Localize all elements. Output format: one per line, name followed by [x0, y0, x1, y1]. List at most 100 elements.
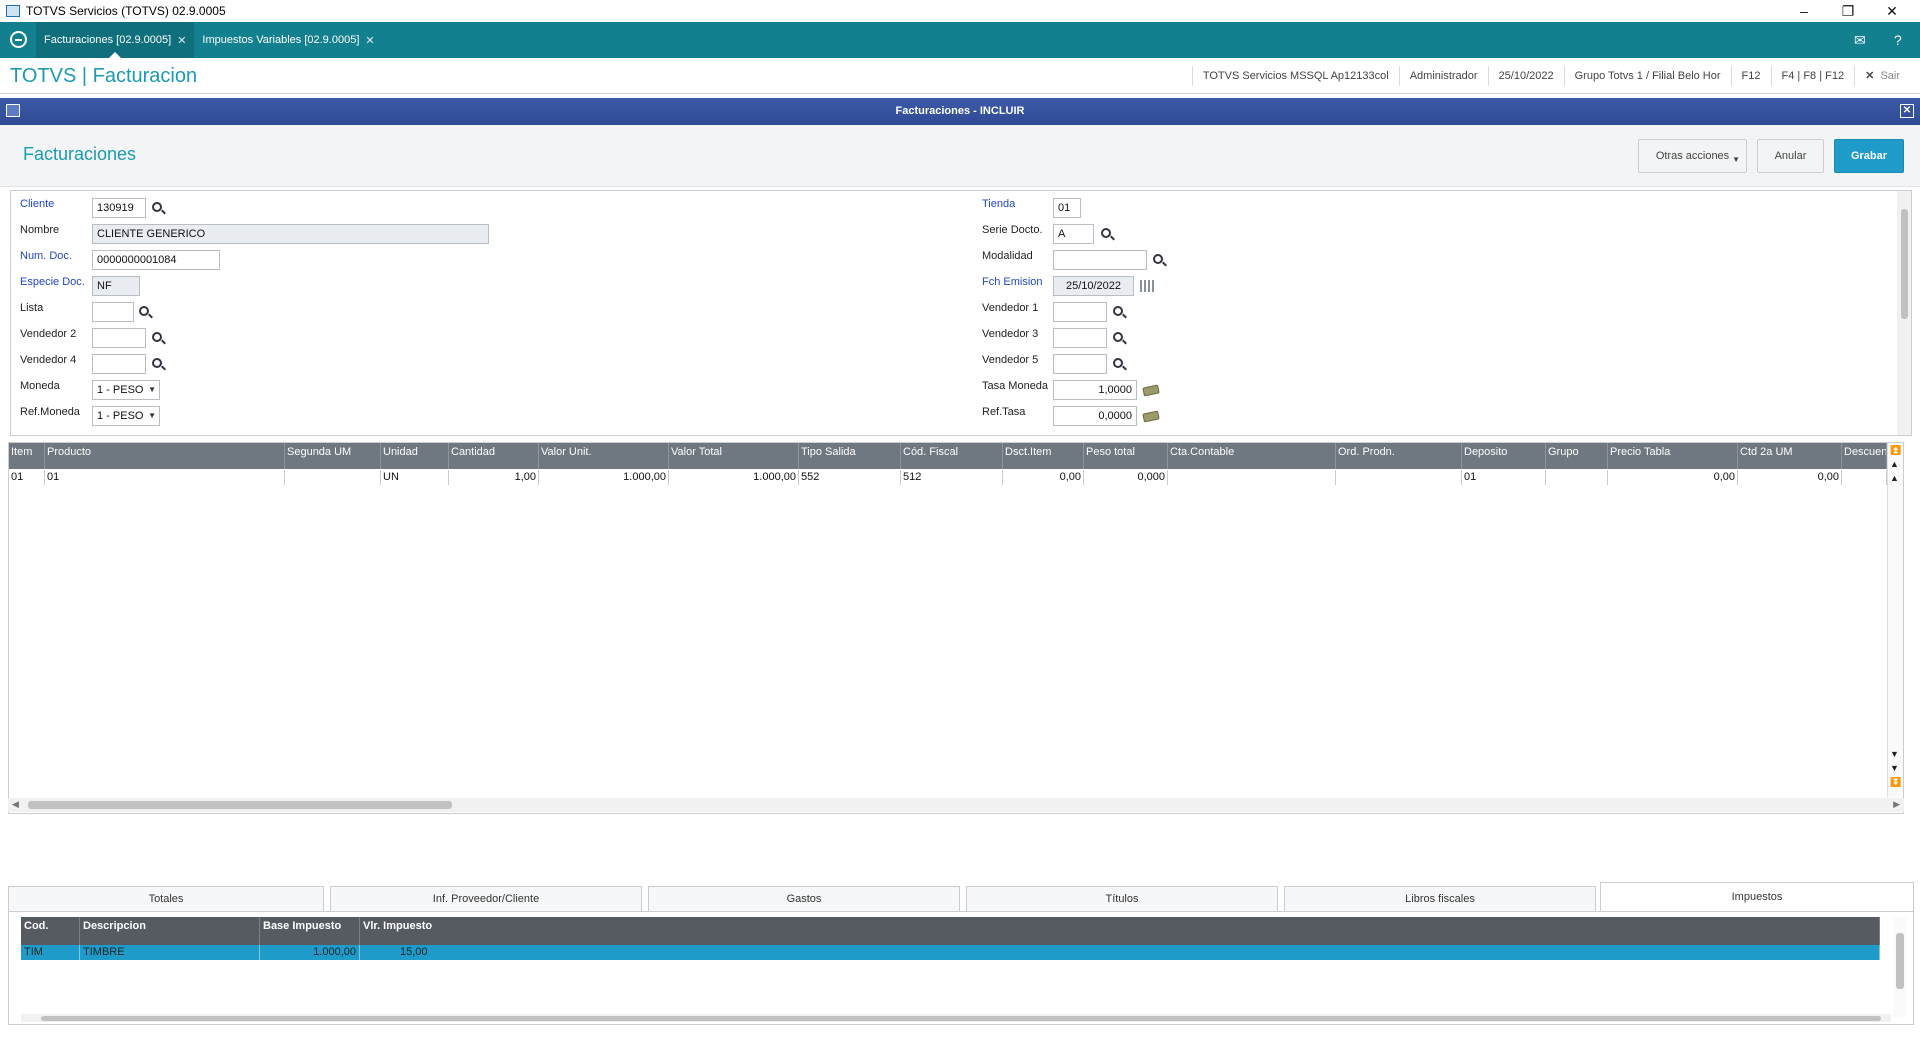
hscroll-thumb[interactable] [41, 1016, 1881, 1021]
vendedor1-field[interactable] [1053, 302, 1107, 322]
scroll-pageup-icon[interactable]: ▲ [1890, 459, 1899, 469]
close-dialog-button[interactable]: ✕ [1900, 104, 1914, 118]
table-cell[interactable]: 01 [9, 470, 45, 485]
table-cell[interactable]: 01 [1462, 470, 1546, 485]
exit-button[interactable]: ✕ Sair [1854, 66, 1910, 86]
table-cell[interactable]: 0,00 [1003, 470, 1084, 485]
table-cell[interactable]: 0,00 [1608, 470, 1738, 485]
column-header[interactable]: Cantidad [449, 443, 539, 469]
currency-icon[interactable] [1142, 410, 1160, 423]
tab-libros-fiscales[interactable]: Libros fiscales [1284, 886, 1596, 912]
column-header[interactable]: Grupo [1546, 443, 1608, 469]
date-info[interactable]: 25/10/2022 [1487, 66, 1564, 86]
grid-vscrollbar[interactable]: ⏫ ▲ ▲ ▼ ▼ ⏬ [1887, 443, 1903, 797]
serie-docto-field[interactable]: A [1053, 224, 1094, 244]
search-icon[interactable] [152, 358, 162, 368]
tab-facturaciones[interactable]: Facturaciones [02.9.0005] ✕ [36, 22, 195, 58]
modalidad-field[interactable] [1053, 250, 1147, 270]
taxes-vscrollbar[interactable] [1893, 917, 1907, 1017]
moneda-select[interactable]: 1 - PESO [92, 380, 160, 400]
scroll-pagedown-icon[interactable]: ▼ [1890, 763, 1899, 773]
table-cell[interactable] [1546, 470, 1608, 485]
search-icon[interactable] [1101, 228, 1111, 238]
scroll-thumb[interactable] [1896, 933, 1904, 989]
scroll-bottom-icon[interactable]: ⏬ [1890, 777, 1901, 788]
restore-button[interactable]: ❐ [1826, 0, 1870, 22]
table-cell[interactable]: 0,00 [1738, 470, 1842, 485]
vendedor5-field[interactable] [1053, 354, 1107, 374]
table-cell[interactable]: 01 [45, 470, 285, 485]
search-icon[interactable] [1113, 358, 1123, 368]
table-cell[interactable] [1842, 470, 1887, 485]
mail-icon[interactable]: ✉ [1854, 32, 1866, 49]
table-cell[interactable]: UN [381, 470, 449, 485]
scroll-down-icon[interactable]: ▼ [1890, 749, 1899, 759]
hscroll-thumb[interactable] [28, 801, 452, 809]
table-cell[interactable] [285, 470, 381, 485]
branch-info[interactable]: Grupo Totvs 1 / Filial Belo Hor [1563, 66, 1731, 86]
table-cell[interactable]: 1.000,00 [539, 470, 669, 485]
tab-inf-proveedor-cliente[interactable]: Inf. Proveedor/Cliente [330, 886, 642, 912]
vendedor4-field[interactable] [92, 354, 146, 374]
table-cell[interactable]: 1.000,00 [260, 945, 360, 960]
column-header[interactable]: Unidad [381, 443, 449, 469]
shortcuts-info[interactable]: F4 | F8 | F12 [1770, 66, 1855, 86]
vendedor2-field[interactable] [92, 328, 146, 348]
tab-impuestos[interactable]: Impuestos [1600, 882, 1914, 912]
grid-hscrollbar[interactable]: ◀ ▶ [8, 798, 1904, 812]
scroll-up-icon[interactable]: ▲ [1890, 473, 1899, 483]
home-icon[interactable] [10, 31, 27, 48]
tienda-field[interactable]: 01 [1053, 198, 1081, 218]
taxes-hscrollbar[interactable] [21, 1014, 1891, 1022]
column-header[interactable]: Descuent [1842, 443, 1887, 469]
cliente-field[interactable]: 130919 [92, 198, 146, 218]
column-header[interactable]: Segunda UM [285, 443, 381, 469]
search-icon[interactable] [152, 202, 162, 212]
column-header[interactable]: Vlr. Impuesto [360, 917, 1880, 945]
search-icon[interactable] [139, 306, 149, 316]
column-header[interactable]: Item [9, 443, 45, 469]
calendar-icon[interactable] [1140, 280, 1154, 292]
close-tab-icon[interactable]: ✕ [365, 34, 374, 47]
close-tab-icon[interactable]: ✕ [177, 34, 186, 47]
table-cell[interactable]: 15,00 [360, 945, 1880, 960]
f12-shortcut[interactable]: F12 [1730, 66, 1771, 86]
column-header[interactable]: Deposito [1462, 443, 1546, 469]
table-cell[interactable]: TIMBRE [80, 945, 260, 960]
search-icon[interactable] [1113, 332, 1123, 342]
column-header[interactable]: Valor Total [669, 443, 799, 469]
table-cell[interactable] [1168, 470, 1336, 485]
scroll-left-icon[interactable]: ◀ [12, 799, 19, 810]
fch-emision-field[interactable]: 25/10/2022 [1053, 276, 1134, 296]
tab-impuestos-variables[interactable]: Impuestos Variables [02.9.0005] ✕ [194, 22, 382, 58]
table-cell[interactable]: 1,00 [449, 470, 539, 485]
column-header[interactable]: Cta.Contable [1168, 443, 1336, 469]
vendedor3-field[interactable] [1053, 328, 1107, 348]
scroll-right-icon[interactable]: ▶ [1893, 799, 1900, 810]
search-icon[interactable] [152, 332, 162, 342]
column-header[interactable]: Ctd 2a UM [1738, 443, 1842, 469]
help-icon[interactable]: ? [1894, 32, 1902, 48]
ref-moneda-select[interactable]: 1 - PESO [92, 406, 160, 426]
tab-titulos[interactable]: Títulos [966, 886, 1278, 912]
column-header[interactable]: Tipo Salida [799, 443, 901, 469]
column-header[interactable]: Valor Unit. [539, 443, 669, 469]
tab-gastos[interactable]: Gastos [648, 886, 960, 912]
column-header[interactable]: Ord. Prodn. [1336, 443, 1462, 469]
cancel-button[interactable]: Anular [1757, 139, 1824, 173]
table-cell[interactable]: 1.000,00 [669, 470, 799, 485]
minimize-button[interactable]: – [1782, 0, 1826, 22]
nombre-field[interactable]: CLIENTE GENERICO [92, 224, 489, 244]
search-icon[interactable] [1153, 254, 1163, 264]
table-cell[interactable]: TIM [21, 945, 80, 960]
column-header[interactable]: Base Impuesto [260, 917, 360, 945]
especie-doc-field[interactable]: NF [92, 276, 140, 296]
column-header[interactable]: Cód. Fiscal [901, 443, 1003, 469]
other-actions-button[interactable]: Otras acciones ▼ [1638, 139, 1747, 173]
table-cell[interactable]: 0,000 [1084, 470, 1168, 485]
table-cell[interactable]: 512 [901, 470, 1003, 485]
tasa-moneda-field[interactable]: 1,0000 [1053, 380, 1137, 400]
num-doc-field[interactable]: 0000000001084 [92, 250, 220, 270]
column-header[interactable]: Peso total [1084, 443, 1168, 469]
table-cell[interactable]: 552 [799, 470, 901, 485]
